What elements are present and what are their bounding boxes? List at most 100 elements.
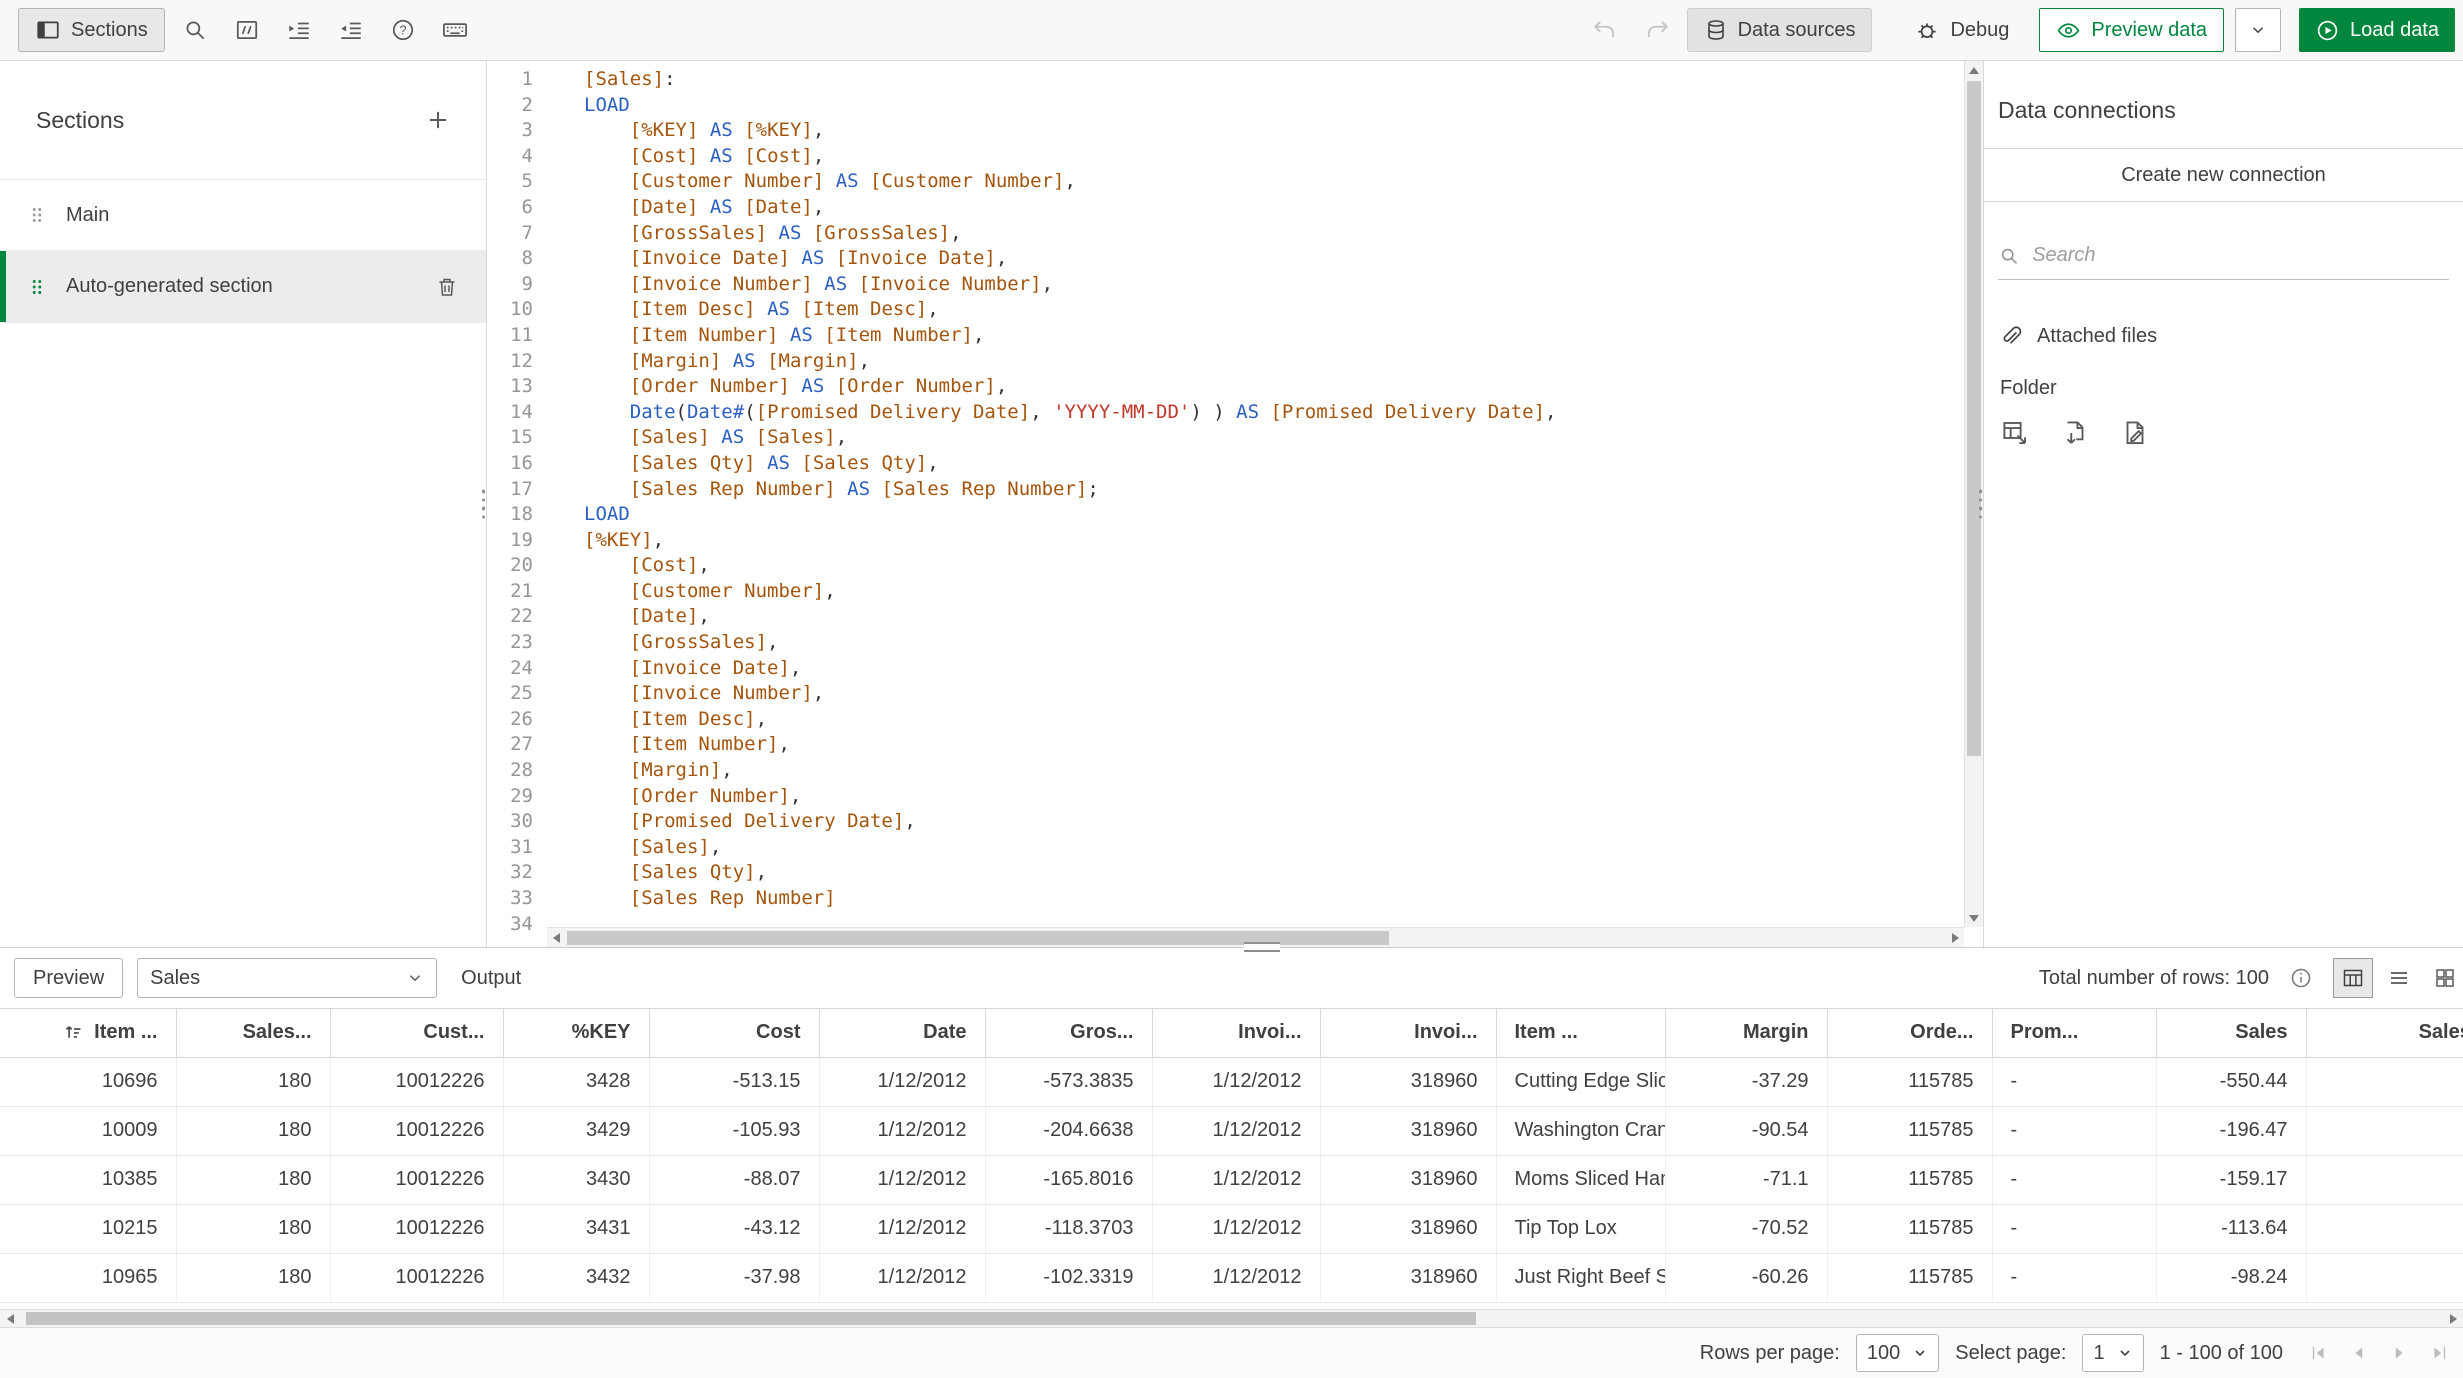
sections-toggle-button[interactable]: Sections: [18, 8, 165, 52]
load-data-button[interactable]: Load data: [2299, 8, 2455, 52]
code-line[interactable]: 11 [Item Number] AS [Item Number],: [487, 323, 1964, 349]
debug-button[interactable]: Debug: [1898, 8, 2025, 52]
code-line[interactable]: 9 [Invoice Number] AS [Invoice Number],: [487, 272, 1964, 298]
code-line[interactable]: 29 [Order Number],: [487, 784, 1964, 810]
rows-per-page-select[interactable]: 100: [1855, 1334, 1940, 1372]
code-line[interactable]: 12 [Margin] AS [Margin],: [487, 349, 1964, 375]
list-view-button[interactable]: [2379, 958, 2419, 998]
code-line[interactable]: 21 [Customer Number],: [487, 579, 1964, 605]
code-line[interactable]: 27 [Item Number],: [487, 732, 1964, 758]
column-header[interactable]: %KEY: [503, 1009, 650, 1058]
help-button[interactable]: ?: [381, 8, 425, 52]
scroll-right-arrow-icon[interactable]: [1946, 928, 1964, 947]
code-line[interactable]: 32 [Sales Qty],: [487, 860, 1964, 886]
script-editor[interactable]: 1 [Sales]: 2 LOAD 3 [%KEY] AS [%KEY], 4 [Cost…: [487, 61, 1983, 947]
code-line[interactable]: 30 [Promised Delivery Date],: [487, 809, 1964, 835]
column-header[interactable]: Sales: [2156, 1009, 2307, 1058]
last-page-button[interactable]: [2419, 1333, 2459, 1373]
data-sources-button[interactable]: Data sources: [1686, 8, 1873, 52]
code-line[interactable]: 17 [Sales Rep Number] AS [Sales Rep Numb…: [487, 477, 1964, 503]
column-header[interactable]: Invoi...: [1152, 1009, 1321, 1058]
code-line[interactable]: 4 [Cost] AS [Cost],: [487, 144, 1964, 170]
add-section-button[interactable]: [418, 100, 458, 140]
folder-connection-label[interactable]: Folder: [2000, 377, 2449, 400]
code-line[interactable]: 24 [Invoice Date],: [487, 656, 1964, 682]
code-line[interactable]: 5 [Customer Number] AS [Customer Number]…: [487, 169, 1964, 195]
scroll-down-arrow-icon[interactable]: [1965, 909, 1983, 927]
code-line[interactable]: 31 [Sales],: [487, 835, 1964, 861]
table-hscroll-thumb[interactable]: [26, 1312, 1476, 1325]
indent-button[interactable]: [277, 8, 321, 52]
code-line[interactable]: 1 [Sales]:: [487, 67, 1964, 93]
create-connection-button[interactable]: Create new connection: [1984, 148, 2463, 202]
column-header[interactable]: Item ...: [0, 1009, 177, 1058]
right-splitter-handle[interactable]: [1976, 489, 1985, 519]
panel-resize-handle[interactable]: [1243, 942, 1280, 952]
code-line[interactable]: 2 LOAD: [487, 93, 1964, 119]
table-horizontal-scrollbar[interactable]: [0, 1309, 2463, 1328]
scroll-right-arrow-icon[interactable]: [2443, 1310, 2463, 1327]
code-line[interactable]: 13 [Order Number] AS [Order Number],: [487, 374, 1964, 400]
code-line[interactable]: 6 [Date] AS [Date],: [487, 195, 1964, 221]
undo-button[interactable]: [1583, 8, 1627, 52]
left-splitter-handle[interactable]: [479, 489, 488, 519]
column-header[interactable]: Cust...: [330, 1009, 504, 1058]
code-line[interactable]: 25 [Invoice Number],: [487, 681, 1964, 707]
code-line[interactable]: 22 [Date],: [487, 604, 1964, 630]
section-drag-handle[interactable]: [26, 204, 48, 226]
column-header[interactable]: Margin: [1665, 1009, 1828, 1058]
outdent-button[interactable]: [329, 8, 373, 52]
redo-button[interactable]: [1635, 8, 1679, 52]
preview-tab-button[interactable]: Preview: [14, 958, 124, 998]
column-header[interactable]: Invoi...: [1320, 1009, 1497, 1058]
delete-section-button[interactable]: [428, 268, 466, 306]
select-page-select[interactable]: 1: [2082, 1334, 2144, 1372]
sidebar-item-main[interactable]: Main: [0, 179, 486, 251]
output-tab-button[interactable]: Output: [451, 967, 531, 990]
code-line[interactable]: 8 [Invoice Date] AS [Invoice Date],: [487, 246, 1964, 272]
code-line[interactable]: 3 [%KEY] AS [%KEY],: [487, 118, 1964, 144]
edit-connection-button[interactable]: [2120, 418, 2150, 448]
code-area[interactable]: 1 [Sales]: 2 LOAD 3 [%KEY] AS [%KEY], 4 [Cost…: [487, 61, 1964, 947]
shortcuts-button[interactable]: [433, 8, 477, 52]
code-line[interactable]: 23 [GrossSales],: [487, 630, 1964, 656]
scroll-up-arrow-icon[interactable]: [1965, 61, 1983, 79]
code-line[interactable]: 14 Date(Date#([Promised Delivery Date], …: [487, 400, 1964, 426]
editor-search-button[interactable]: [173, 8, 217, 52]
table-view-button[interactable]: [2333, 958, 2373, 998]
comment-button[interactable]: [225, 8, 269, 52]
code-line[interactable]: 16 [Sales Qty] AS [Sales Qty],: [487, 451, 1964, 477]
column-header[interactable]: Orde...: [1827, 1009, 1993, 1058]
import-data-button[interactable]: [2060, 418, 2090, 448]
code-line[interactable]: 20 [Cost],: [487, 553, 1964, 579]
column-header[interactable]: Cost: [649, 1009, 820, 1058]
next-page-button[interactable]: [2379, 1333, 2419, 1373]
code-line[interactable]: 15 [Sales] AS [Sales],: [487, 425, 1964, 451]
sidebar-item-auto-generated-section[interactable]: Auto-generated section: [0, 251, 486, 323]
preview-table-select[interactable]: Sales: [137, 958, 438, 998]
code-line[interactable]: 18 LOAD: [487, 502, 1964, 528]
select-data-button[interactable]: [2000, 418, 2030, 448]
column-header[interactable]: Prom...: [1992, 1009, 2157, 1058]
scroll-left-arrow-icon[interactable]: [0, 1310, 20, 1327]
section-drag-handle[interactable]: [26, 276, 48, 298]
editor-vscroll-thumb[interactable]: [1967, 81, 1981, 757]
column-header[interactable]: Sales...: [2306, 1009, 2463, 1058]
column-header[interactable]: Gros...: [985, 1009, 1153, 1058]
preview-data-button[interactable]: Preview data: [2039, 8, 2225, 52]
attached-files-header[interactable]: Attached files: [1998, 324, 2449, 349]
connection-search-input[interactable]: [2032, 244, 2449, 267]
column-header[interactable]: Item ...: [1496, 1009, 1666, 1058]
code-line[interactable]: 33 [Sales Rep Number]: [487, 886, 1964, 912]
code-line[interactable]: 19 [%KEY],: [487, 528, 1964, 554]
code-line[interactable]: 7 [GrossSales] AS [GrossSales],: [487, 221, 1964, 247]
code-line[interactable]: 26 [Item Desc],: [487, 707, 1964, 733]
scroll-left-arrow-icon[interactable]: [547, 928, 565, 947]
card-view-button[interactable]: [2425, 958, 2463, 998]
column-header[interactable]: Date: [819, 1009, 986, 1058]
load-options-chevron-button[interactable]: [2235, 8, 2282, 52]
code-line[interactable]: 28 [Margin],: [487, 758, 1964, 784]
rows-info-button[interactable]: [2283, 960, 2319, 996]
prev-page-button[interactable]: [2339, 1333, 2379, 1373]
column-header[interactable]: Sales...: [176, 1009, 331, 1058]
